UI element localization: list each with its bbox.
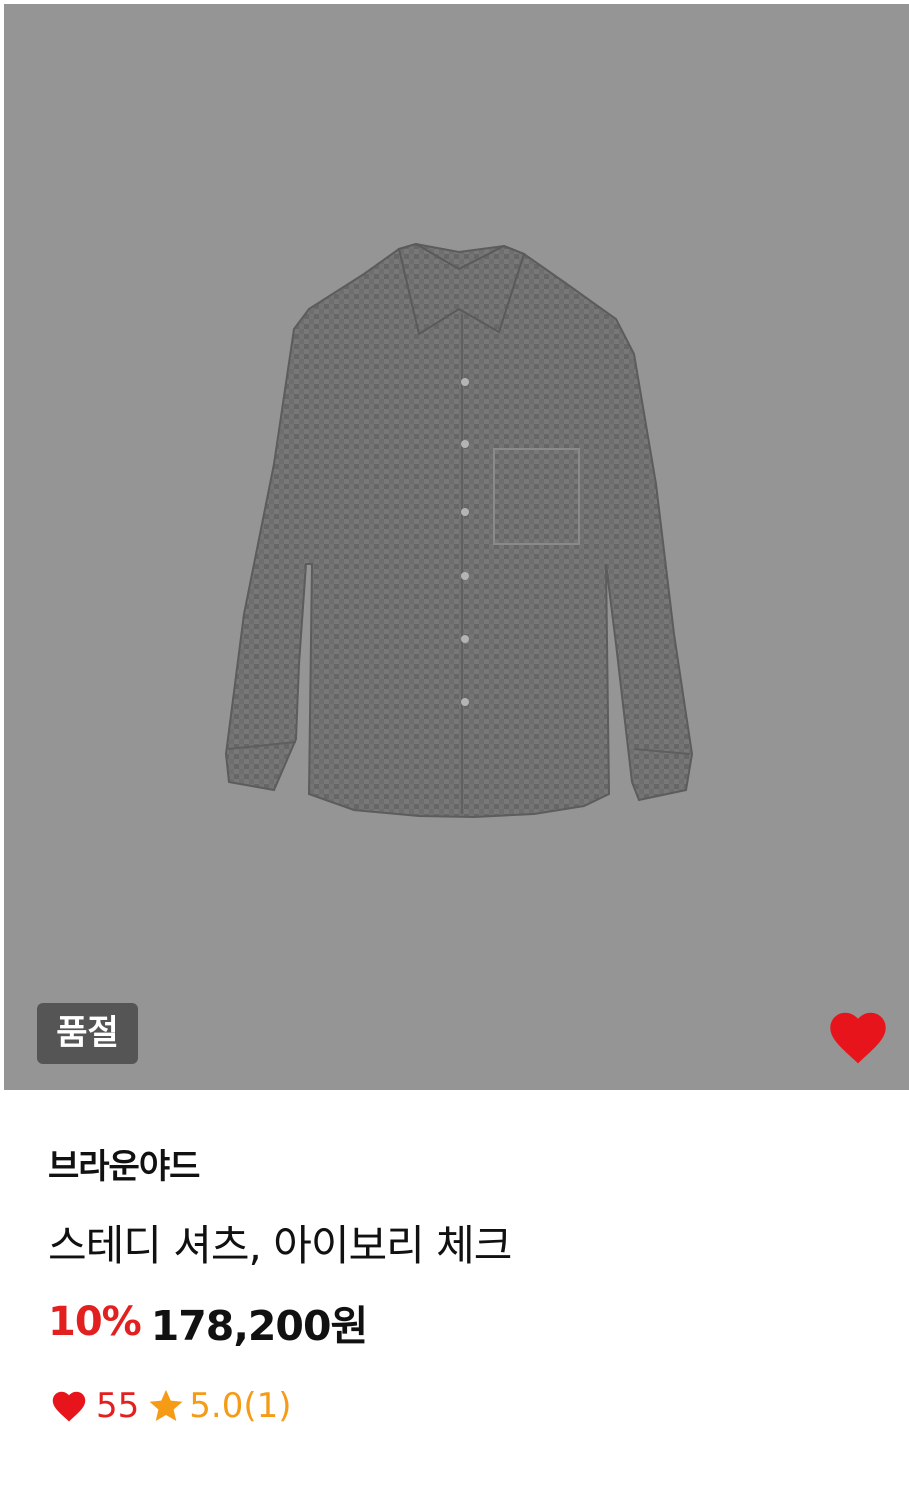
rating-score: 5.0(1) [189, 1386, 292, 1426]
sale-price: 178,200원 [150, 1302, 368, 1350]
discount-rate: 10% [48, 1299, 142, 1345]
like-count: 55 [96, 1386, 140, 1426]
product-image[interactable]: 품절 [4, 4, 909, 1090]
heart-icon [52, 1391, 86, 1422]
product-title[interactable]: 스테디 셔츠, 아이보리 체크 [48, 1212, 512, 1273]
brand-name[interactable]: 브라운야드 [48, 1139, 200, 1188]
wishlist-button[interactable] [826, 1008, 890, 1066]
price-row: 10% 178,200원 [48, 1294, 368, 1350]
shirt-image [224, 242, 694, 819]
product-stats: 55 5.0(1) [50, 1382, 292, 1430]
heart-icon [830, 1012, 886, 1064]
star-icon [149, 1389, 183, 1422]
product-card[interactable]: 품절 브라운야드 스테디 셔츠, 아이보리 체크 10% 178,200원 55… [0, 0, 909, 1500]
sold-out-badge: 품절 [37, 1003, 138, 1064]
